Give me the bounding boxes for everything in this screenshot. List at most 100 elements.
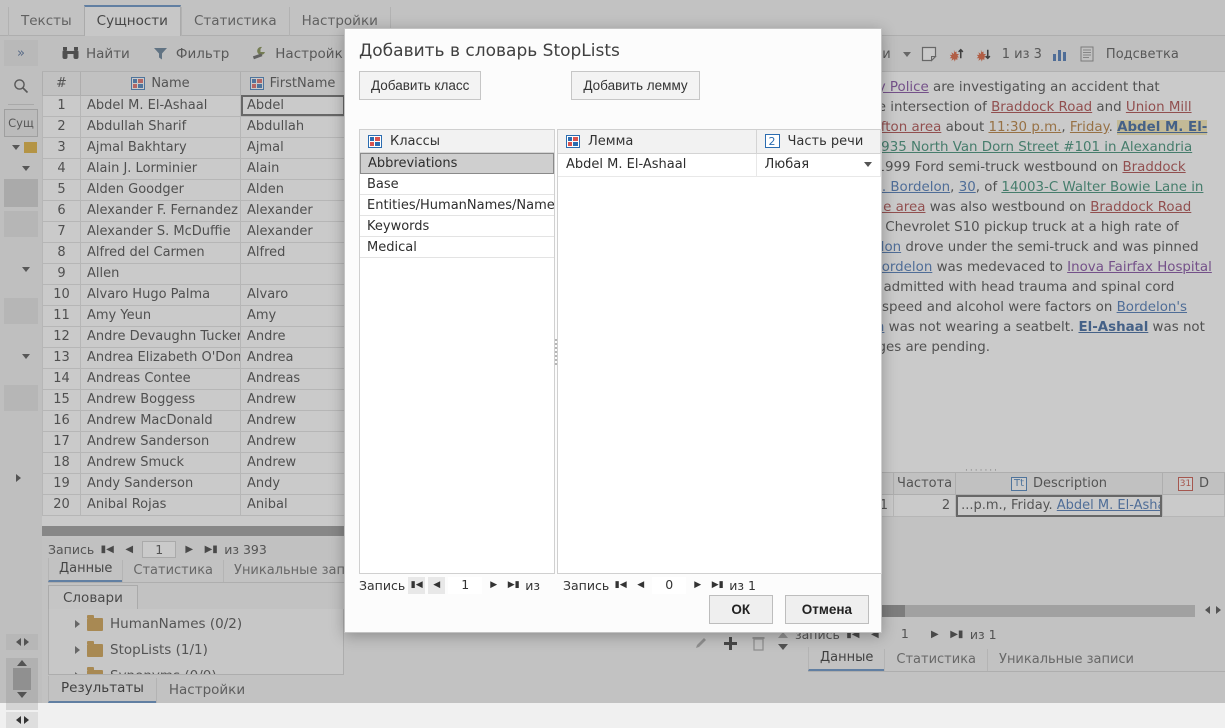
entity-occurrences-grid[interactable]: ьЧастотаTtDescription31D 11 2 ...p.m., F… bbox=[860, 472, 1225, 517]
tree-item-1[interactable]: StopLists (1/1) bbox=[49, 637, 343, 663]
rail-tree-child-2[interactable] bbox=[0, 259, 42, 280]
add-lemma-button[interactable]: Добавить лемму bbox=[571, 71, 699, 100]
dictionary-tree[interactable]: HumanNames (0/2)StopLists (1/1)Synonyms … bbox=[48, 609, 344, 675]
lemma-row[interactable]: Abdel M. El-AshaalЛюбая bbox=[558, 153, 880, 176]
occ-column-header-1[interactable]: Частота bbox=[894, 473, 956, 495]
entities-hscrollbar[interactable] bbox=[42, 526, 344, 536]
table-row[interactable]: 8Alfred del CarmenAlfred bbox=[43, 242, 345, 263]
text-entity[interactable]: Braddock Road bbox=[1090, 200, 1191, 215]
document-text-panel[interactable]: nty Police are investigating an accident… bbox=[860, 72, 1225, 472]
cell-name[interactable]: Andrea Elizabeth O'Donnel bbox=[81, 347, 241, 368]
cell-name[interactable]: Andre Devaughn Tucker bbox=[81, 326, 241, 347]
cell-firstname[interactable]: Andrew bbox=[241, 431, 345, 452]
cell-name[interactable]: Ajmal Bakhtary bbox=[81, 137, 241, 158]
rail-tree-child-1[interactable] bbox=[0, 158, 42, 179]
cell-name[interactable]: Alexander S. McDuffie bbox=[81, 221, 241, 242]
record-spinner[interactable] bbox=[778, 632, 788, 650]
tab-1[interactable]: Сущности bbox=[84, 5, 181, 36]
classes-list[interactable]: Классы AbbreviationsBaseEntities/HumanNa… bbox=[359, 129, 555, 574]
last-record-button[interactable]: ▶▮ bbox=[505, 577, 522, 594]
table-row[interactable]: 3Ajmal BakhtaryAjmal bbox=[43, 137, 345, 158]
cell-firstname[interactable]: Anibal bbox=[241, 494, 345, 515]
cell-name[interactable]: Amy Yeun bbox=[81, 305, 241, 326]
right-bottom-tab-2[interactable]: Уникальные записи bbox=[987, 649, 1145, 671]
text-entity[interactable]: Inova Fairfax Hospital bbox=[1067, 260, 1212, 275]
tree-item-0[interactable]: HumanNames (0/2) bbox=[49, 611, 343, 637]
rail-hscroll-arrows[interactable] bbox=[6, 634, 38, 650]
tree-item-2[interactable]: Synonyms (0/0) bbox=[49, 663, 343, 675]
text-entity[interactable]: Bordelon's bbox=[1117, 300, 1187, 315]
chart-icon[interactable] bbox=[1052, 46, 1069, 63]
first-record-button[interactable]: ▮◀ bbox=[408, 577, 425, 594]
cell-firstname[interactable]: Alvaro bbox=[241, 284, 345, 305]
cell-name[interactable]: Alvaro Hugo Palma bbox=[81, 284, 241, 305]
bottom-tab-1[interactable]: Настройки bbox=[156, 678, 257, 703]
rail-expand-button[interactable]: » bbox=[4, 40, 38, 66]
description-link[interactable]: Abdel M. El-Ashaal bbox=[1057, 498, 1163, 513]
column-header-first[interactable]: FirstName bbox=[241, 72, 345, 95]
cell-name[interactable]: Alain J. Lorminier bbox=[81, 158, 241, 179]
cell-firstname[interactable]: Alexander bbox=[241, 200, 345, 221]
add-class-button[interactable]: Добавить класс bbox=[359, 71, 481, 100]
class-list-item[interactable]: Base bbox=[360, 174, 554, 195]
lemma-col-header[interactable]: Лемма bbox=[558, 130, 756, 153]
table-row[interactable]: 20Anibal RojasAnibal bbox=[43, 494, 345, 515]
last-record-button[interactable]: ▶▮ bbox=[948, 625, 966, 643]
cell-description[interactable]: ...p.m., Friday. Abdel M. El-Ashaal, bbox=[956, 495, 1163, 517]
toolbar-find[interactable]: Найти bbox=[54, 42, 138, 65]
text-entity[interactable]: 935 North Van Dorn Street #101 in Alexan… bbox=[881, 140, 1192, 155]
rail-entity-label[interactable]: Сущ bbox=[4, 109, 38, 137]
table-row[interactable]: 4Alain J. LorminierAlain bbox=[43, 158, 345, 179]
rail-tree-child-4[interactable] bbox=[0, 467, 42, 488]
cell-name[interactable]: Alfred del Carmen bbox=[81, 242, 241, 263]
prev-record-button[interactable]: ◀ bbox=[632, 577, 649, 594]
next-record-button[interactable]: ▶ bbox=[689, 577, 706, 594]
record-number-input[interactable]: 1 bbox=[142, 541, 176, 558]
table-row[interactable]: 17Andrew SandersonAndrew bbox=[43, 431, 345, 452]
cell-firstname[interactable]: Abdel bbox=[241, 95, 345, 116]
tab-0[interactable]: Тексты bbox=[8, 7, 84, 36]
rail-vscroll[interactable] bbox=[6, 658, 38, 710]
first-record-button[interactable]: ▮◀ bbox=[612, 577, 629, 594]
cell-firstname[interactable]: Andrea bbox=[241, 347, 345, 368]
arrow-down-icon[interactable] bbox=[778, 644, 788, 650]
prev-record-button[interactable]: ◀ bbox=[120, 540, 138, 558]
edit-icon[interactable] bbox=[694, 636, 709, 651]
bottom-tab-0[interactable]: Результаты bbox=[48, 676, 156, 703]
class-list-item[interactable]: Keywords bbox=[360, 216, 554, 237]
lemma-cell[interactable]: Abdel M. El-Ashaal bbox=[558, 153, 756, 176]
cell-name[interactable]: Andrew MacDonald bbox=[81, 410, 241, 431]
table-row[interactable]: 7Alexander S. McDuffieAlexander bbox=[43, 221, 345, 242]
text-entity[interactable]: 14003-C Walter Bowie Lane in bbox=[1001, 180, 1203, 195]
document-icon[interactable] bbox=[1079, 46, 1096, 63]
cell-firstname[interactable]: Amy bbox=[241, 305, 345, 326]
occ-column-header-3[interactable]: 31D bbox=[1162, 473, 1224, 495]
cell-name[interactable]: Andreas Contee bbox=[81, 368, 241, 389]
cell-firstname[interactable]: Andre bbox=[241, 326, 345, 347]
pos-cell[interactable]: Любая bbox=[756, 153, 880, 176]
text-entity[interactable]: El-Ashaal bbox=[1078, 320, 1148, 335]
text-entity[interactable]: Braddock bbox=[1122, 160, 1185, 175]
class-list-item[interactable]: Entities/HumanNames/Name bbox=[360, 195, 554, 216]
text-entity[interactable]: Union Mill bbox=[1126, 100, 1192, 115]
cell-firstname[interactable]: Ajmal bbox=[241, 137, 345, 158]
right-scroll-arrows[interactable] bbox=[1205, 606, 1221, 614]
lemma-list[interactable]: Лемма 2 Часть речи Abdel M. El-AshaalЛюб… bbox=[557, 129, 882, 574]
rail-tree-root[interactable] bbox=[0, 137, 42, 158]
table-row[interactable]: 18Andrew SmuckAndrew bbox=[43, 452, 345, 473]
subtab-1[interactable]: Статистика bbox=[122, 560, 223, 582]
next-entity-icon[interactable] bbox=[975, 46, 992, 63]
tab-2[interactable]: Статистика bbox=[181, 7, 289, 36]
cell-name[interactable]: Andrew Sanderson bbox=[81, 431, 241, 452]
delete-icon[interactable] bbox=[752, 636, 765, 651]
text-entity[interactable]: 30 bbox=[959, 180, 976, 195]
table-row[interactable]: 2Abdullah SharifAbdullah bbox=[43, 116, 345, 137]
table-row[interactable]: 10Alvaro Hugo PalmaAlvaro bbox=[43, 284, 345, 305]
record-number-input[interactable]: 0 bbox=[652, 577, 686, 594]
right-bottom-tab-1[interactable]: Статистика bbox=[884, 649, 987, 671]
cell-name[interactable]: Anibal Rojas bbox=[81, 494, 241, 515]
cell-firstname[interactable]: Alain bbox=[241, 158, 345, 179]
cell-name[interactable]: Alexander F. Fernandez bbox=[81, 200, 241, 221]
cell-name[interactable]: Abdel M. El-Ashaal bbox=[81, 95, 241, 116]
table-row[interactable]: 6Alexander F. FernandezAlexander bbox=[43, 200, 345, 221]
